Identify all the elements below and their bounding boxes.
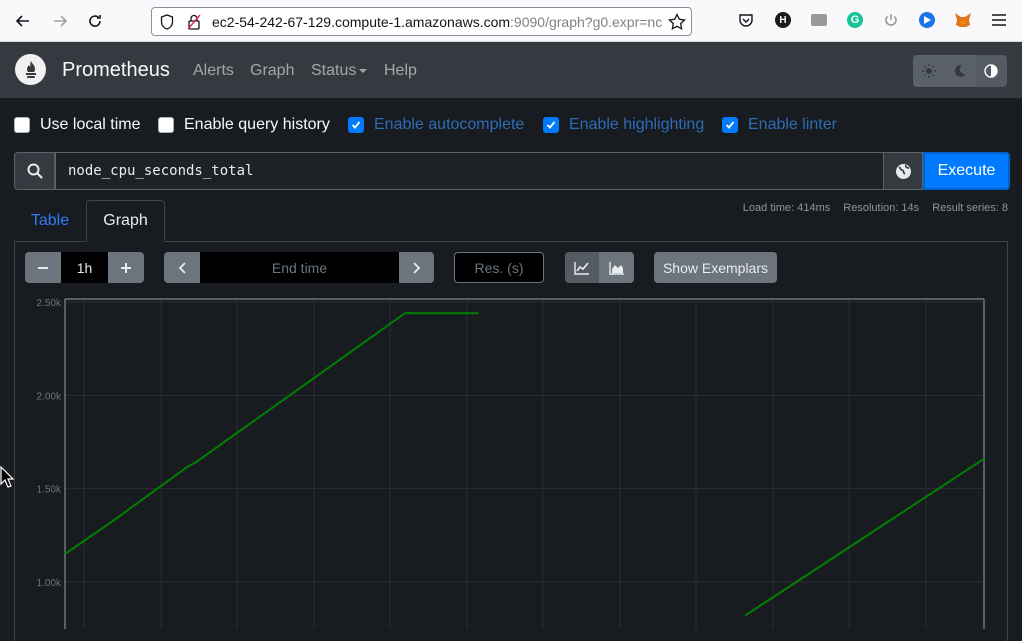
y-tick-label: 1.00k [37,578,62,589]
y-tick-label: 1.50k [37,485,62,496]
series-line-2 [744,457,985,617]
y-tick-label: 2.50k [37,298,62,309]
tab-graph[interactable]: Graph [86,200,165,242]
series-line-1 [64,312,479,555]
graph-canvas: 2.50k 2.00k 1.50k 1.00k [37,298,985,629]
mouse-cursor-icon [0,466,14,488]
y-tick-label: 2.00k [37,391,62,402]
